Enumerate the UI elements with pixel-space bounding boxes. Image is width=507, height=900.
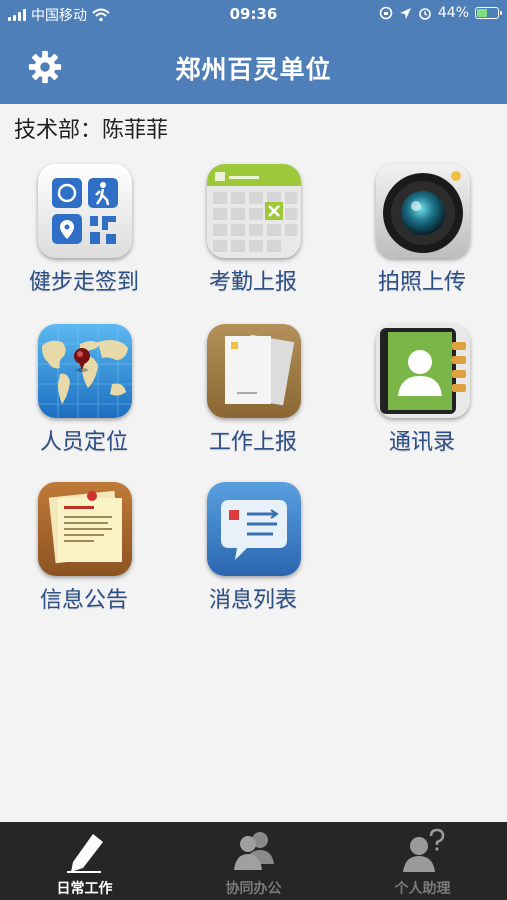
alarm-icon xyxy=(419,8,431,20)
module-label: 消息列表 xyxy=(208,588,297,613)
module-personnel-location[interactable]: 人员定位 xyxy=(0,320,168,470)
module-label: 工作上报 xyxy=(208,430,297,455)
documents-icon xyxy=(207,324,301,418)
rotation-lock-icon xyxy=(379,6,393,20)
module-work-report[interactable]: 工作上报 xyxy=(169,320,337,470)
tab-label: 协同办公 xyxy=(225,881,282,897)
battery-fill xyxy=(477,9,487,17)
assistant-question-icon xyxy=(402,828,444,872)
tab-label: 日常工作 xyxy=(56,881,113,897)
module-label: 拍照上传 xyxy=(377,270,466,295)
contacts-book-icon xyxy=(376,324,470,418)
world-map-pin-icon xyxy=(38,324,132,418)
walk-checkin-icon xyxy=(38,164,132,258)
module-label: 通讯录 xyxy=(388,430,455,455)
module-announcements[interactable]: 信息公告 xyxy=(0,478,168,628)
status-right: 44% xyxy=(379,5,502,21)
pen-icon xyxy=(66,834,103,873)
attendance-calendar-icon xyxy=(207,164,301,258)
status-bar: 中国移动 09:36 44% xyxy=(0,0,507,28)
bottom-tab-bar: 日常工作 协同办公 个人助理 xyxy=(0,822,507,900)
module-attendance[interactable]: 考勤上报 xyxy=(169,160,337,310)
page-title: 郑州百灵单位 xyxy=(175,55,332,84)
module-label: 考勤上报 xyxy=(208,270,297,295)
module-photo-upload[interactable]: 拍照上传 xyxy=(338,160,506,310)
notice-board-icon xyxy=(38,482,132,576)
module-label: 人员定位 xyxy=(39,430,128,455)
module-walk-checkin[interactable]: 健步走签到 xyxy=(0,160,168,310)
people-icon xyxy=(233,832,274,870)
user-department: 技术部：陈菲菲 xyxy=(14,118,169,143)
module-message-list[interactable]: 消息列表 xyxy=(169,478,337,628)
battery-percent: 44% xyxy=(437,5,469,21)
module-label: 健步走签到 xyxy=(28,270,139,295)
battery-icon xyxy=(475,7,502,19)
camera-icon xyxy=(376,164,470,258)
tab-personal-assistant[interactable]: 个人助理 xyxy=(338,822,507,900)
module-label: 信息公告 xyxy=(39,588,128,613)
module-contacts[interactable]: 通讯录 xyxy=(338,320,506,470)
tab-label: 个人助理 xyxy=(394,881,451,897)
app-header: 郑州百灵单位 xyxy=(0,28,507,104)
tab-daily-work[interactable]: 日常工作 xyxy=(0,822,169,900)
message-list-icon xyxy=(207,482,301,576)
tab-collaboration[interactable]: 协同办公 xyxy=(169,822,338,900)
location-arrow-icon xyxy=(399,7,411,19)
